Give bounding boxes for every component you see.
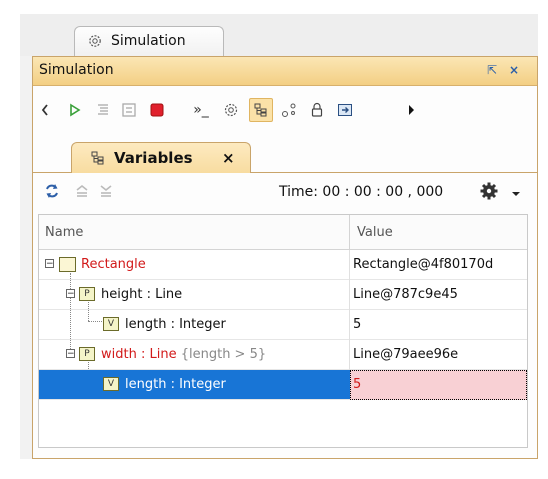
- chevron-down-icon[interactable]: [511, 184, 521, 203]
- value-icon: V: [103, 317, 119, 331]
- variables-icon[interactable]: [249, 98, 273, 122]
- row-name: Rectangle: [81, 257, 146, 272]
- outer-tab-bar: Simulation: [20, 14, 538, 56]
- export-icon[interactable]: [333, 98, 357, 122]
- property-icon: P: [79, 347, 95, 361]
- variables-table: Name Value − Rectangle Rectangle@4f80170…: [38, 214, 528, 448]
- terminate-icon[interactable]: [145, 98, 169, 122]
- step-over-icon[interactable]: [117, 98, 141, 122]
- simulation-gear-icon: [89, 35, 101, 47]
- column-header-value[interactable]: Value: [357, 225, 393, 240]
- row-name: length : Integer: [125, 377, 226, 392]
- console-icon[interactable]: »_: [189, 98, 213, 122]
- row-value: 5: [353, 317, 362, 332]
- row-name: height : Line: [101, 287, 183, 302]
- column-header-name[interactable]: Name: [45, 225, 83, 240]
- class-icon: [59, 257, 76, 272]
- tab-variables[interactable]: Variables ×: [71, 142, 251, 173]
- row-value[interactable]: 5: [353, 377, 361, 392]
- panel-title: Simulation: [39, 62, 114, 78]
- table-row[interactable]: − P width : Line {length > 5} Line@79aee…: [39, 340, 527, 370]
- table-row[interactable]: V length : Integer 5: [39, 310, 527, 340]
- tab-simulation-label: Simulation: [111, 33, 186, 49]
- variables-toolbar: Time: 00 : 00 : 00 , 000: [33, 173, 537, 213]
- settings-gear-icon[interactable]: [479, 181, 499, 205]
- simulation-panel: Simulation ⇱ × »_ Variables × Time: 00:…: [32, 56, 538, 459]
- simulation-toolbar: »_: [33, 86, 537, 134]
- refresh-icon[interactable]: [43, 182, 61, 204]
- row-name: width : Line: [101, 347, 177, 362]
- row-name: length : Integer: [125, 317, 226, 332]
- breakpoints-icon[interactable]: [277, 98, 301, 122]
- simulation-time: Time: 00 : 00 : 00 , 000: [279, 184, 444, 200]
- collapse-up-icon[interactable]: [73, 182, 91, 204]
- more-icon[interactable]: [399, 98, 423, 122]
- value-icon: V: [103, 377, 119, 391]
- table-header: Name Value: [39, 215, 527, 250]
- gear-icon[interactable]: [219, 98, 243, 122]
- simulation-window: Simulation Simulation ⇱ × »_ Variables ×…: [20, 14, 538, 459]
- table-row[interactable]: − Rectangle Rectangle@4f80170d: [39, 250, 527, 280]
- value-edit-cell[interactable]: [350, 370, 527, 400]
- panel-title-bar: Simulation ⇱ ×: [33, 57, 537, 86]
- variables-tab-icon: [91, 151, 104, 165]
- tab-simulation[interactable]: Simulation: [74, 26, 224, 56]
- lock-icon[interactable]: [305, 98, 329, 122]
- collapse-toggle[interactable]: −: [66, 289, 75, 299]
- inner-tab-bar: Variables ×: [33, 134, 537, 173]
- run-icon[interactable]: [63, 98, 87, 122]
- step-into-icon[interactable]: [91, 98, 115, 122]
- row-name-group: width : Line {length > 5}: [101, 347, 266, 362]
- row-value: Line@79aee96e: [353, 347, 459, 362]
- close-tab-icon[interactable]: ×: [222, 149, 235, 167]
- row-value: Rectangle@4f80170d: [353, 257, 494, 272]
- tab-variables-label: Variables: [114, 149, 193, 167]
- collapse-toggle[interactable]: −: [45, 259, 54, 269]
- collapse-toggle[interactable]: −: [66, 349, 75, 359]
- row-value: Line@787c9e45: [353, 287, 458, 302]
- restore-icon[interactable]: ⇱: [485, 63, 499, 77]
- collapse-down-icon[interactable]: [97, 182, 115, 204]
- table-row[interactable]: − P height : Line Line@787c9e45: [39, 280, 527, 310]
- step-back-icon[interactable]: [33, 98, 57, 122]
- close-icon[interactable]: ×: [507, 63, 521, 77]
- table-row-selected[interactable]: V length : Integer 5: [39, 370, 527, 400]
- row-constraint: {length > 5}: [180, 347, 267, 362]
- property-icon: P: [79, 287, 95, 301]
